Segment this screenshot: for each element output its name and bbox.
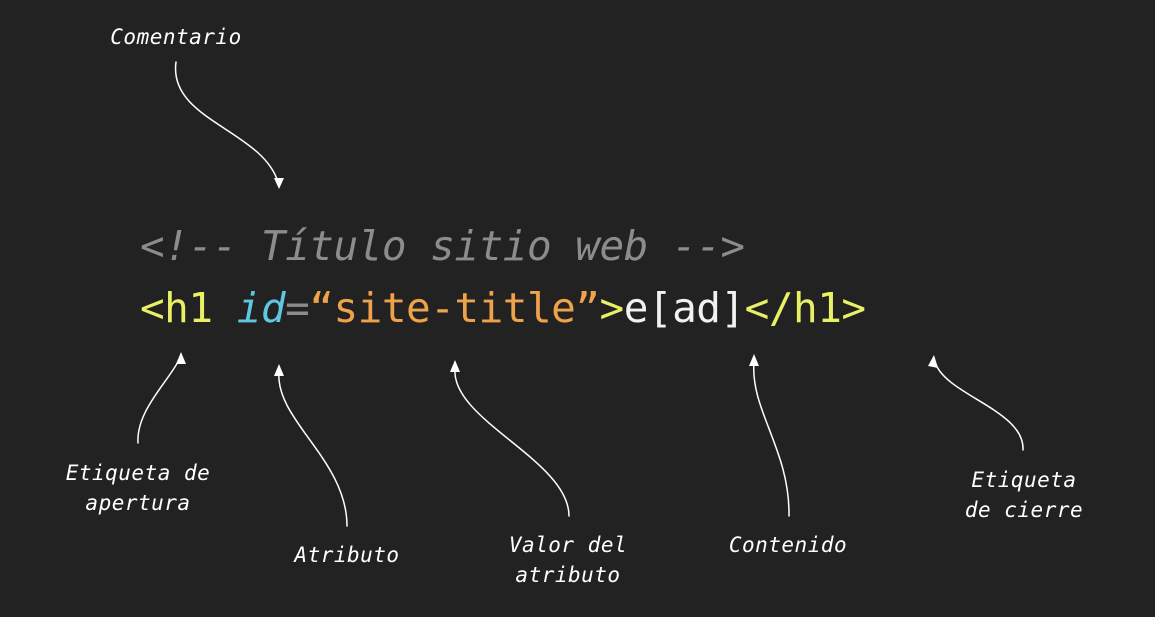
arrowhead-attribute: [274, 364, 284, 376]
arrowhead-closing-tag: [928, 355, 938, 368]
annotation-arrows: [137, 61, 1024, 527]
arrow-opening-tag: [137, 357, 181, 444]
arrowhead-comment: [274, 178, 284, 189]
arrowhead-opening-tag: [176, 352, 186, 364]
arrow-closing-tag: [934, 361, 1024, 451]
arrow-content: [753, 361, 790, 517]
arrow-comment: [174, 61, 279, 183]
arrow-attribute: [278, 371, 348, 527]
arrowhead-attribute-value: [450, 360, 460, 372]
html-anatomy-diagram: <!-- Título sitio web --> <h1 id=“site-t…: [0, 0, 1155, 617]
arrow-attribute-value: [454, 367, 570, 517]
arrowhead-content: [749, 354, 759, 366]
